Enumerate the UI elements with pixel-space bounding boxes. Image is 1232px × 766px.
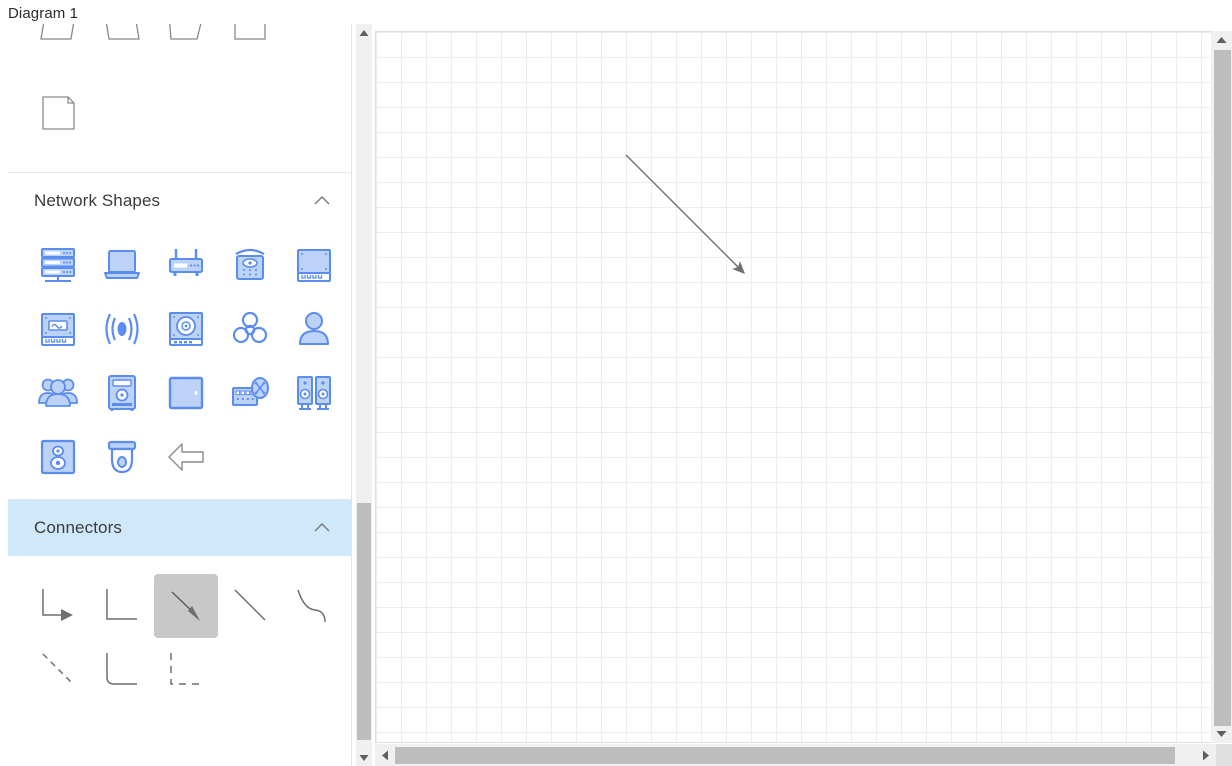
triangle-up-icon[interactable] xyxy=(1211,31,1232,49)
connector-arrow[interactable] xyxy=(625,154,745,274)
connector-tile-straight-connector[interactable] xyxy=(218,574,282,638)
canvas-vertical-scroll-thumb[interactable] xyxy=(1214,50,1231,726)
connector-tile-dashed-elbow-connector[interactable] xyxy=(154,638,218,702)
chevron-up-icon[interactable] xyxy=(311,517,333,539)
section-title-network-shapes: Network Shapes xyxy=(34,191,161,210)
shape-tile-document-page[interactable] xyxy=(26,80,90,144)
connectors-grid xyxy=(8,556,351,712)
shape-tile-user[interactable] xyxy=(282,297,346,361)
shape-tile-speaker-box[interactable] xyxy=(26,425,90,489)
shape-tile-network-switch[interactable] xyxy=(218,361,282,425)
canvas-horizontal-scrollbar[interactable] xyxy=(375,744,1232,766)
shape-tile-parallelogram-left[interactable] xyxy=(26,24,90,58)
shape-tile-arrow-left-outline[interactable] xyxy=(154,425,218,489)
shape-tile-radio-signal[interactable] xyxy=(90,297,154,361)
shape-tile-rectangle-open[interactable] xyxy=(218,24,282,58)
triangle-right-icon[interactable] xyxy=(1196,744,1216,766)
chevron-up-icon[interactable] xyxy=(311,190,333,212)
connector-tile-elbow-connector-arrow[interactable] xyxy=(26,574,90,638)
shape-panel-scroll-thumb[interactable] xyxy=(357,503,371,740)
canvas-vertical-scrollbar[interactable] xyxy=(1211,31,1232,743)
shape-tile-dome-camera[interactable] xyxy=(90,425,154,489)
canvas-objects-layer xyxy=(625,154,745,274)
triangle-up-icon[interactable] xyxy=(356,24,372,41)
triangle-left-icon[interactable] xyxy=(375,744,395,766)
section-title-connectors: Connectors xyxy=(34,518,122,537)
diagram-canvas[interactable] xyxy=(375,31,1216,743)
shape-tile-laptop[interactable] xyxy=(90,233,154,297)
shape-tile-tower-computer[interactable] xyxy=(90,361,154,425)
scrollbar-corner xyxy=(1216,744,1232,766)
shape-tile-trapezoid[interactable] xyxy=(154,24,218,58)
section-header-network-shapes[interactable]: Network Shapes xyxy=(8,173,351,229)
connector-tile-curved-connector[interactable] xyxy=(282,574,346,638)
shape-tile-user-group[interactable] xyxy=(26,361,90,425)
flowchart-shapes-row-2 xyxy=(8,68,351,154)
shape-panel-scrollbar[interactable] xyxy=(356,24,372,766)
section-network-shapes: Network Shapes xyxy=(8,173,351,499)
diagram-editor: Diagram 1 Network Shapes Connectors xyxy=(0,0,1232,766)
shape-tile-server-rack[interactable] xyxy=(26,233,90,297)
shape-tile-biohazard[interactable] xyxy=(218,297,282,361)
shape-tile-disk-drive[interactable] xyxy=(154,297,218,361)
shape-tile-modem[interactable] xyxy=(26,297,90,361)
canvas-horizontal-scroll-thumb[interactable] xyxy=(395,747,1175,764)
flowchart-shapes-clipped-row xyxy=(8,24,351,68)
page-title: Diagram 1 xyxy=(8,5,79,22)
section-connectors: Connectors xyxy=(8,500,351,712)
shape-tile-patch-panel[interactable] xyxy=(282,233,346,297)
connector-tile-dashed-straight-connector[interactable] xyxy=(26,638,90,702)
connector-tile-elbow-connector[interactable] xyxy=(90,574,154,638)
connector-tile-straight-connector-arrow[interactable] xyxy=(154,574,218,638)
triangle-down-icon[interactable] xyxy=(356,749,372,766)
connector-tile-rounded-elbow-connector[interactable] xyxy=(90,638,154,702)
shape-tile-parallelogram-right[interactable] xyxy=(90,24,154,58)
triangle-down-icon[interactable] xyxy=(1211,725,1232,743)
network-shapes-grid xyxy=(8,229,351,499)
shape-tile-speaker-pair[interactable] xyxy=(282,361,346,425)
section-header-connectors[interactable]: Connectors xyxy=(8,500,351,556)
shape-tile-blank-panel[interactable] xyxy=(154,361,218,425)
shape-tile-wireless-access-point[interactable] xyxy=(218,233,282,297)
shape-tile-router[interactable] xyxy=(154,233,218,297)
shape-panel: Network Shapes Connectors xyxy=(8,24,352,766)
